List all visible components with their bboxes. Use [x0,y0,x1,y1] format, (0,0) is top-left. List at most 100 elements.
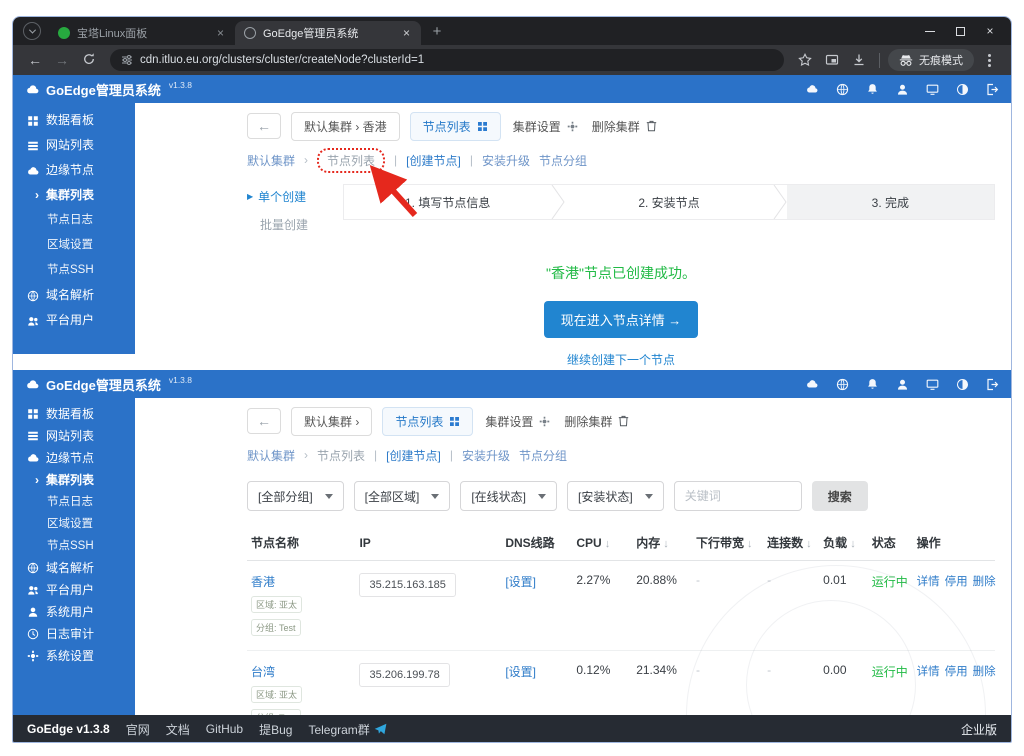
tab-close-icon[interactable]: × [215,26,226,40]
enter-node-detail-button[interactable]: 现在进入节点详情 → [544,301,699,338]
online-status-select[interactable]: [在线状态] [460,481,557,511]
sidebar-item-dashboard[interactable]: 数据看板 [13,403,135,425]
footer-link-telegram[interactable]: Telegram群 [308,721,369,738]
sidebar-item-clusters[interactable]: ›集群列表 [13,469,135,491]
tab-close-icon[interactable]: × [401,26,412,40]
node-name-link[interactable]: 台湾 [251,665,275,679]
browser-menu-button[interactable] [977,59,1001,62]
delete-link[interactable]: 删除 [973,666,996,678]
sidebar-item-websites[interactable]: 网站列表 [13,425,135,447]
sidebar-item-platform-users[interactable]: 平台用户 [13,579,135,601]
region-filter-select[interactable]: [全部区域] [354,481,451,511]
bell-icon[interactable] [866,378,879,391]
tab-cluster-settings[interactable]: 集群设置 [511,113,580,140]
batch-create-item[interactable]: 批量创建 [247,216,343,233]
sidebar-item-dashboard[interactable]: 数据看板 [13,108,135,133]
forward-button[interactable]: → [50,52,74,68]
node-groups-link[interactable]: 节点分组 [539,152,587,169]
browser-tab-goedge[interactable]: GoEdge管理员系统 × [235,21,421,45]
breadcrumb-node-list-annotated[interactable]: 节点列表 [317,148,385,173]
tab-cluster-hongkong[interactable]: 默认集群 › 香港 [291,112,400,141]
new-tab-button[interactable]: + [425,23,449,40]
tab-node-list[interactable]: 节点列表 [410,112,501,141]
cloud-icon[interactable] [805,378,819,390]
sidebar-item-system-users[interactable]: 系统用户 [13,601,135,623]
dns-settings-link[interactable]: [设置] [505,575,536,589]
tab-search-button[interactable] [23,22,41,40]
user-icon[interactable] [896,83,909,96]
reload-button[interactable] [77,52,101,69]
globe-icon[interactable] [836,378,849,391]
back-tab-button[interactable]: ← [247,113,281,139]
logout-icon[interactable] [986,83,999,96]
logout-icon[interactable] [986,378,999,391]
back-tab-button[interactable]: ← [247,408,281,434]
single-create-item[interactable]: ▶单个创建 [247,188,343,205]
globe-icon[interactable] [836,83,849,96]
col-bandwidth-sortable[interactable]: 下行带宽↓ [692,525,763,561]
col-cpu-sortable[interactable]: CPU↓ [572,525,632,561]
create-node-link[interactable]: [创建节点] [386,447,441,464]
theme-toggle-icon[interactable] [956,83,969,96]
sidebar-item-audit-logs[interactable]: 日志审计 [13,623,135,645]
disable-link[interactable]: 停用 [945,576,968,588]
bell-icon[interactable] [866,83,879,96]
app-brand[interactable]: GoEdge管理员系统 v1.3.8 [25,375,192,394]
detail-link[interactable]: 详情 [917,666,940,678]
sidebar-item-node-logs[interactable]: 节点日志 [13,208,135,233]
tab-delete-clu­ster[interactable]: 删除集群 [590,113,659,140]
minimize-button[interactable] [915,17,945,45]
sidebar-item-edge-nodes[interactable]: 边缘节点 [13,447,135,469]
delete-link[interactable]: 删除 [973,576,996,588]
install-upgrade-link[interactable]: 安装升级 [462,447,510,464]
address-bar[interactable]: cdn.itluo.eu.org/clusters/cluster/create… [110,49,784,71]
keyword-input[interactable] [674,481,802,511]
cloud-icon[interactable] [805,83,819,95]
app-brand[interactable]: GoEdge管理员系统 v1.3.8 [25,80,192,99]
user-icon[interactable] [896,378,909,391]
breadcrumb-cluster-link[interactable]: 默认集群 [247,447,295,464]
close-window-button[interactable]: × [975,17,1005,45]
tab-delete-cluster[interactable]: 删除集群 [562,408,631,435]
disable-link[interactable]: 停用 [945,666,968,678]
create-node-link[interactable]: [创建节点] [406,152,461,169]
search-button[interactable]: 搜索 [812,481,868,511]
col-connections-sortable[interactable]: 连接数↓ [763,525,819,561]
maximize-button[interactable] [945,17,975,45]
back-button[interactable]: ← [23,52,47,68]
monitor-icon[interactable] [926,83,939,96]
tab-cluster[interactable]: 默认集群 › [291,407,372,436]
monitor-icon[interactable] [926,378,939,391]
sidebar-item-node-logs[interactable]: 节点日志 [13,491,135,513]
node-name-link[interactable]: 香港 [251,575,275,589]
footer-link-docs[interactable]: 文档 [166,721,190,738]
theme-toggle-icon[interactable] [956,378,969,391]
col-load-sortable[interactable]: 负载↓ [819,525,868,561]
sidebar-item-node-ssh[interactable]: 节点SSH [13,535,135,557]
footer-link-website[interactable]: 官网 [126,721,150,738]
install-status-select[interactable]: [安装状态] [567,481,664,511]
sidebar-item-edge-nodes[interactable]: 边缘节点 [13,158,135,183]
footer-link-github[interactable]: GitHub [206,722,243,736]
sidebar-item-regions[interactable]: 区域设置 [13,233,135,258]
continue-create-link[interactable]: 继续创建下一个节点 [247,351,995,368]
footer-link-bug[interactable]: 提Bug [259,721,292,738]
dns-settings-link[interactable]: [设置] [505,665,536,679]
sidebar-item-settings[interactable]: 系统设置 [13,645,135,667]
sidebar-item-websites[interactable]: 网站列表 [13,133,135,158]
sidebar-item-clusters[interactable]: ›集群列表 [13,183,135,208]
sidebar-item-regions[interactable]: 区域设置 [13,513,135,535]
sidebar-item-dns[interactable]: 域名解析 [13,557,135,579]
sidebar-item-node-ssh[interactable]: 节点SSH [13,258,135,283]
sidebar-item-platform-users[interactable]: 平台用户 [13,308,135,333]
detail-link[interactable]: 详情 [917,576,940,588]
bookmark-button[interactable] [793,53,817,67]
sidebar-item-dns[interactable]: 域名解析 [13,283,135,308]
install-upgrade-link[interactable]: 安装升级 [482,152,530,169]
node-groups-link[interactable]: 节点分组 [519,447,567,464]
picture-in-picture-button[interactable] [820,53,844,67]
col-memory-sortable[interactable]: 内存↓ [632,525,692,561]
downloads-button[interactable] [847,53,871,67]
tab-cluster-settings[interactable]: 集群设置 [483,408,552,435]
tab-node-list[interactable]: 节点列表 [382,407,473,436]
